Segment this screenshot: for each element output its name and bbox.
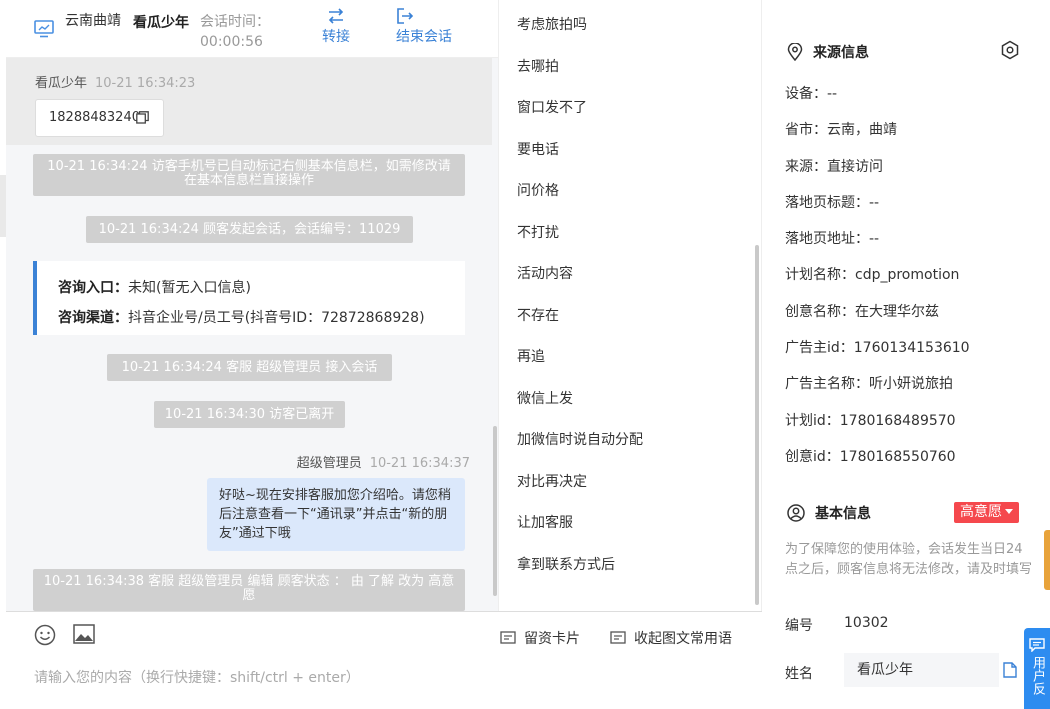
visitor-name: 看瓜少年 (133, 15, 189, 31)
agent-message-bubble: 好哒~现在安排客服加您介绍哈。请您稍后注意查看一下“通讯录”并点击“新的朋友”通… (207, 478, 465, 551)
session-time: 00:00:56 (200, 34, 263, 50)
transfer-label: 转接 (322, 29, 350, 45)
visitor-location: 云南曲靖 (65, 13, 121, 29)
consult-channel-label: 咨询渠道： (58, 310, 128, 326)
agent-message-time: 10-21 16:34:37 (369, 456, 470, 471)
phrase-scrollbar[interactable] (755, 245, 759, 605)
edit-notice: 为了保障您的使用体验，会话发生当日24点之后，顾客信息将无法修改，请及时填写 (785, 542, 1033, 577)
basic-info-title: 基本信息 (787, 503, 871, 523)
quick-phrase-item[interactable]: 微信上发 (499, 379, 761, 421)
chat-messages[interactable]: 看瓜少年 10-21 16:34:23 18288483240 10-21 16:… (6, 58, 498, 611)
basic-info-label: 基本信息 (815, 506, 871, 522)
location-pin-icon (787, 43, 803, 61)
quick-phrase-panel: 考虑旅拍吗 去哪拍 窗口发不了 要电话 问价格 不打扰 活动内容 不存在 再追 微信上发 加微信时说… (498, 0, 762, 611)
system-message: 10-21 16:34:30 访客已离开 (154, 401, 345, 428)
quick-phrase-item[interactable]: 拿到联系方式后 (499, 545, 761, 587)
note-icon[interactable] (1003, 662, 1017, 678)
end-session-label: 结束会话 (396, 29, 452, 45)
agent-message-meta: 超级管理员 10-21 16:34:37 (297, 452, 470, 471)
settings-icon[interactable] (1000, 40, 1020, 60)
quick-phrase-item[interactable]: 加微信时说自动分配 (499, 420, 761, 462)
quick-phrase-item[interactable]: 要电话 (499, 130, 761, 172)
chat-scrollbar[interactable] (493, 426, 497, 596)
monitor-icon (34, 20, 54, 38)
customer-no-value: 10302 (844, 615, 889, 631)
message-input[interactable]: 请输入您的内容（换行快捷键：shift/ctrl + enter） (34, 667, 360, 687)
system-message: 10-21 16:34:24 访客手机号已自动标记右侧基本信息栏，如需修改请在基… (33, 154, 465, 196)
message-icon (610, 631, 626, 644)
source-info-label: 来源信息 (813, 45, 869, 61)
source-info-item: 广告主id：1760134153610 (785, 340, 970, 357)
edge-indicator (1044, 530, 1050, 590)
system-message: 10-21 16:34:38 客服 超级管理员 编辑 顾客状态 ： 由 了解 改… (33, 569, 465, 611)
source-info-item: 省市：云南，曲靖 (785, 122, 897, 139)
quick-phrase-item[interactable]: 活动内容 (499, 254, 761, 296)
quick-phrase-item[interactable]: 不存在 (499, 296, 761, 338)
quick-phrase-item[interactable]: 问价格 (499, 171, 761, 213)
consult-entry-row: 咨询入口：未知(暂无入口信息) (58, 273, 465, 303)
source-info-item: 落地页标题：-- (785, 194, 880, 211)
consult-entry-value: 未知(暂无入口信息) (128, 280, 251, 296)
visitor-sender: 看瓜少年 (35, 76, 88, 91)
message-composer: 留资卡片 收起图文常用语 请输入您的内容（换行快捷键：shift/ctrl + … (6, 611, 762, 709)
consult-entry-label: 咨询入口： (58, 280, 128, 296)
quick-phrase-item[interactable]: 考虑旅拍吗 (499, 5, 761, 47)
lead-card-button[interactable]: 留资卡片 (500, 628, 580, 648)
visitor-message-meta: 看瓜少年 10-21 16:34:23 (35, 72, 195, 91)
source-info-item: 广告主名称：听小妍说旅拍 (785, 376, 953, 393)
lead-card-label: 留资卡片 (524, 631, 580, 647)
visitor-phone: 18288483240 (49, 110, 140, 125)
user-feedback-tab[interactable]: 用户反 (1024, 628, 1050, 709)
feedback-icon (1029, 638, 1045, 652)
customer-no-label: 编号 (785, 618, 813, 634)
source-info-list: 设备：-- 省市：云南，曲靖 来源：直接访问 落地页标题：-- 落地页地址：-- 计划名称… (785, 76, 1035, 475)
consult-channel-value: 抖音企业号/员工号(抖音号ID：72872868928) (128, 310, 425, 326)
source-info-item: 创意名称：在大理华尔兹 (785, 303, 939, 320)
quick-phrase-item[interactable]: 不打扰 (499, 213, 761, 255)
customer-name-field[interactable]: 看瓜少年 (844, 653, 999, 687)
customer-name-label: 姓名 (785, 666, 813, 682)
transfer-icon (328, 8, 344, 24)
source-info-item: 计划id：1780168489570 (785, 412, 956, 429)
source-info-item: 落地页地址：-- (785, 231, 880, 248)
visitor-phone-bubble: 18288483240 (35, 99, 164, 137)
agent-sender: 超级管理员 (296, 456, 362, 471)
session-time-label: 会话时间： (200, 14, 270, 30)
source-info-item: 创意id：1780168550760 (785, 448, 956, 465)
user-feedback-label: 用户反 (1030, 656, 1045, 695)
source-info-item: 计划名称：cdp_promotion (785, 267, 960, 284)
card-icon (500, 631, 516, 644)
quick-phrase-list: 考虑旅拍吗 去哪拍 窗口发不了 要电话 问价格 不打扰 活动内容 不存在 再追 微信上发 加微信时说… (499, 0, 761, 586)
transfer-button[interactable]: 转接 (322, 8, 350, 46)
source-info-title: 来源信息 (787, 42, 869, 62)
end-session-button[interactable]: 结束会话 (396, 8, 452, 46)
intent-status-dropdown[interactable]: 高意愿 (954, 502, 1019, 523)
quick-phrase-item[interactable]: 窗口发不了 (499, 88, 761, 130)
visitor-message-time: 10-21 16:34:23 (95, 76, 196, 91)
consult-entry-card: 咨询入口：未知(暂无入口信息) 咨询渠道：抖音企业号/员工号(抖音号ID：728… (33, 261, 465, 335)
system-message: 10-21 16:34:24 客服 超级管理员 接入会话 (107, 354, 392, 381)
quick-phrase-item[interactable]: 去哪拍 (499, 47, 761, 89)
quick-phrase-item[interactable]: 让加客服 (499, 503, 761, 545)
consult-channel-row: 咨询渠道：抖音企业号/员工号(抖音号ID：72872868928) (58, 303, 465, 333)
intent-status-label: 高意愿 (960, 504, 1002, 520)
collapse-phrases-button[interactable]: 收起图文常用语 (610, 628, 732, 648)
source-info-item: 来源：直接访问 (785, 158, 883, 175)
system-message: 10-21 16:34:24 顾客发起会话，会话编号：11029 (86, 216, 413, 243)
caret-down-icon (1005, 509, 1013, 514)
user-icon (787, 504, 805, 522)
customer-info-panel: 来源信息 设备：-- 省市：云南，曲靖 来源：直接访问 落地页标题：-- 落地页地址：-… (763, 0, 1050, 709)
logout-icon (397, 8, 414, 24)
source-info-item: 设备：-- (785, 86, 838, 102)
quick-phrase-item[interactable]: 对比再决定 (499, 462, 761, 504)
emoji-icon[interactable] (34, 624, 56, 646)
visitor-message: 看瓜少年 10-21 16:34:23 18288483240 (6, 58, 492, 145)
copy-icon[interactable] (136, 111, 149, 124)
image-icon[interactable] (73, 624, 95, 644)
collapse-phrases-label: 收起图文常用语 (634, 631, 732, 647)
chat-header: 云南曲靖 看瓜少年 会话时间： 00:00:56 转接 结束会话 (6, 0, 498, 58)
quick-phrase-item[interactable]: 再追 (499, 337, 761, 379)
